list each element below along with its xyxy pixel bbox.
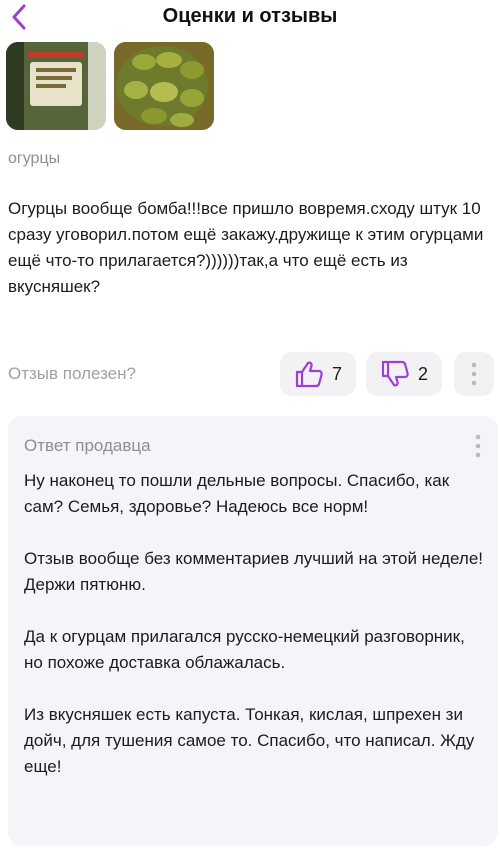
like-count: 7 bbox=[331, 363, 342, 384]
review-more-button[interactable] bbox=[454, 352, 494, 396]
seller-reply-more-button[interactable] bbox=[464, 426, 492, 466]
jar-illustration bbox=[6, 42, 106, 130]
seller-reply-paragraph: Ну наконец то пошли дельные вопросы. Спа… bbox=[24, 471, 450, 516]
review-photos bbox=[6, 42, 214, 130]
review-text: Огурцы вообще бомба!!!все пришло вовремя… bbox=[8, 199, 484, 296]
helpful-row: Отзыв полезен? 7 2 bbox=[8, 352, 500, 396]
dislike-button[interactable]: 2 bbox=[366, 352, 442, 396]
pickle-jar-photo[interactable] bbox=[6, 42, 106, 130]
thumbs-up-icon bbox=[295, 361, 323, 388]
seller-reply-text: Ну наконец то пошли дельные вопросы. Спа… bbox=[24, 468, 484, 780]
seller-reply-paragraph: Из вкусняшек есть капуста. Тонкая, кисла… bbox=[24, 705, 475, 776]
page-title: Оценки и отзывы bbox=[162, 5, 338, 27]
dislike-count: 2 bbox=[417, 363, 428, 384]
like-button[interactable]: 7 bbox=[280, 352, 356, 396]
product-name: огурцы bbox=[8, 150, 61, 167]
pickles-bowl-photo[interactable] bbox=[114, 42, 214, 130]
more-vertical-icon bbox=[471, 362, 477, 386]
thumbs-down-icon bbox=[381, 360, 409, 387]
seller-reply-paragraph: Отзыв вообще без комментариев лучший на … bbox=[24, 549, 484, 594]
helpful-label: Отзыв полезен? bbox=[8, 364, 136, 383]
more-vertical-icon bbox=[475, 434, 481, 458]
top-bar: Оценки и отзывы bbox=[0, 0, 500, 36]
seller-reply-paragraph: Да к огурцам прилагался русско-немецкий … bbox=[24, 627, 465, 672]
seller-reply-card: Ответ продавца Ну наконец то пошли дельн… bbox=[8, 416, 498, 846]
seller-reply-title: Ответ продавца bbox=[24, 436, 151, 455]
pickles-illustration bbox=[114, 42, 214, 130]
